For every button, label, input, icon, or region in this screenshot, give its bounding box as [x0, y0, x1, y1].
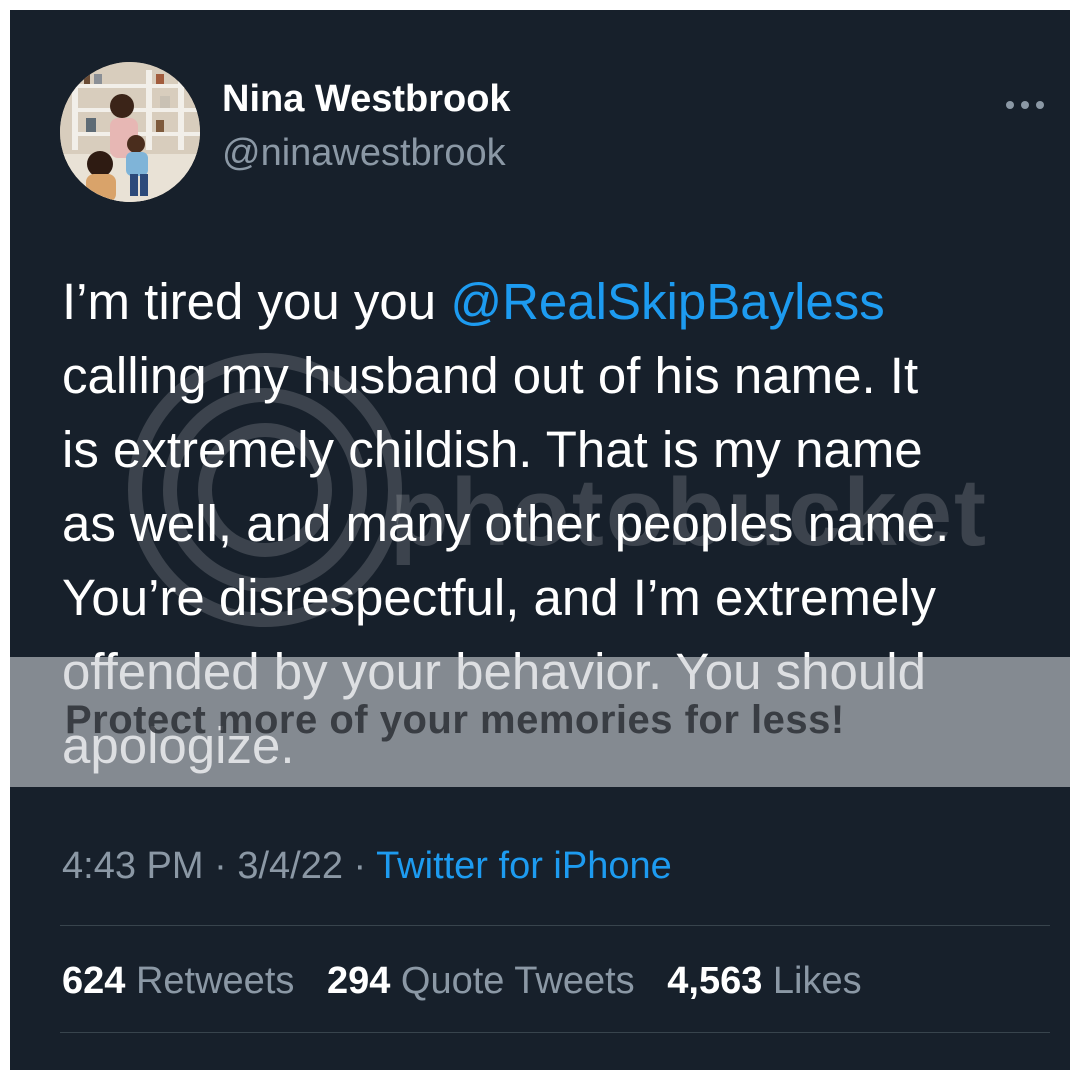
tweet-meta: 4:43 PM · 3/4/22 · Twitter for iPhone — [62, 845, 672, 887]
tweet-line: I’m tired you you @RealSkipBayless — [62, 273, 885, 330]
retweets-stat[interactable]: 624 Retweets — [62, 960, 294, 1002]
tweet-time[interactable]: 4:43 PM — [62, 845, 204, 887]
tweet-line: apologize. — [62, 717, 295, 774]
tweet-line: You’re disrespectful, and I’m extremely — [62, 569, 937, 626]
more-options-button[interactable] — [1000, 90, 1050, 120]
tweet-screenshot: Nina Westbrook @ninawestbrook I’m tired … — [10, 10, 1070, 1070]
tweet-date[interactable]: 3/4/22 — [237, 845, 343, 887]
tweet-source-link[interactable]: Twitter for iPhone — [376, 845, 672, 887]
divider — [60, 1032, 1050, 1033]
display-name[interactable]: Nina Westbrook — [222, 78, 511, 121]
tweet-line: offended by your behavior. You should — [62, 643, 926, 700]
avatar-photo — [60, 62, 200, 202]
divider — [60, 925, 1050, 926]
avatar[interactable] — [60, 62, 200, 202]
tweet-line: calling my husband out of his name. It — [62, 347, 919, 404]
user-handle[interactable]: @ninawestbrook — [222, 132, 506, 175]
engagement-stats: 624 Retweets 294 Quote Tweets 4,563 Like… — [62, 960, 884, 1003]
mention-link[interactable]: @RealSkipBayless — [450, 273, 884, 330]
tweet-text: I’m tired you you @RealSkipBayless calli… — [62, 265, 1062, 783]
likes-stat[interactable]: 4,563 Likes — [667, 960, 861, 1002]
quote-tweets-stat[interactable]: 294 Quote Tweets — [327, 960, 635, 1002]
tweet-line: is extremely childish. That is my name — [62, 421, 923, 478]
tweet-line: as well, and many other peoples name. — [62, 495, 950, 552]
